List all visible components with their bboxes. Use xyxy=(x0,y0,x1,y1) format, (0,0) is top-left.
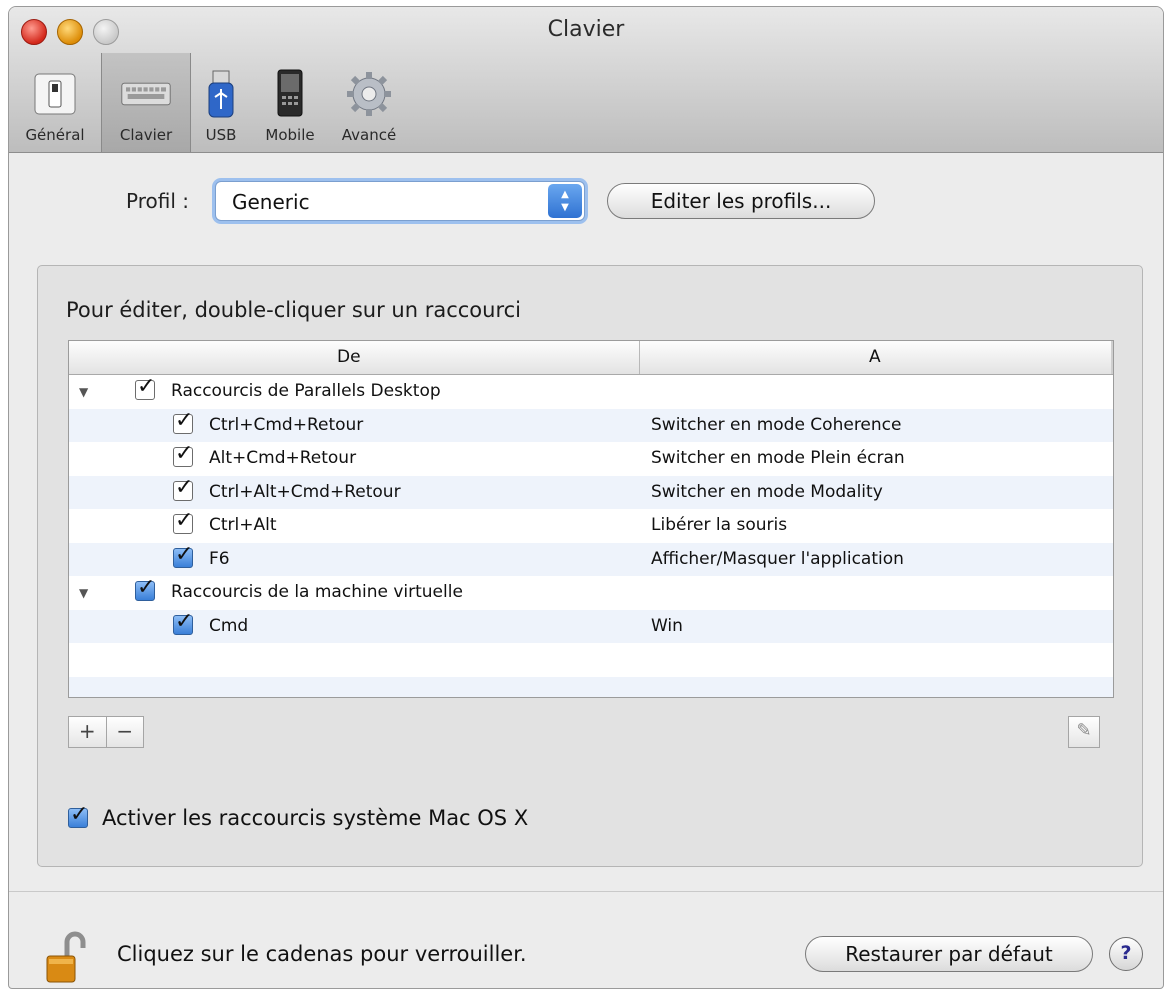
gear-icon xyxy=(344,70,394,118)
shortcut-from: Ctrl+Alt+Cmd+Retour xyxy=(209,481,401,502)
toolbar-item-usb[interactable]: USB xyxy=(191,53,251,152)
column-header-to[interactable]: A xyxy=(869,347,881,367)
group-checkbox[interactable]: ✓ xyxy=(135,575,155,601)
checkmark-icon: ✓ xyxy=(175,608,194,634)
table-row[interactable]: ✓ Alt+Cmd+Retour Switcher en mode Plein … xyxy=(69,441,1113,476)
row-checkbox[interactable]: ✓ xyxy=(173,542,193,568)
keyboard-icon xyxy=(121,70,171,118)
row-checkbox[interactable]: ✓ xyxy=(173,508,193,534)
disclosure-triangle-icon[interactable]: ▼ xyxy=(79,385,88,399)
shortcut-to: Win xyxy=(651,615,683,636)
disclosure-triangle-icon[interactable]: ▼ xyxy=(79,586,88,600)
shortcut-from: Ctrl+Cmd+Retour xyxy=(209,414,364,435)
shortcut-to: Switcher en mode Modality xyxy=(651,481,883,502)
column-header-from[interactable]: De xyxy=(337,347,361,367)
table-row[interactable]: ✓ F6 Afficher/Masquer l'application xyxy=(69,542,1113,576)
checkmark-icon: ✓ xyxy=(175,474,194,500)
shortcuts-table: De A ▼ ✓ Raccourcis de Parallels Desktop… xyxy=(68,340,1114,698)
column-divider xyxy=(639,341,640,374)
checkmark-icon: ✓ xyxy=(175,541,194,567)
pencil-icon: ✎ xyxy=(1076,720,1092,741)
shortcut-from: F6 xyxy=(209,548,230,569)
toolbar-label-advanced: Avancé xyxy=(341,126,397,144)
general-switch-icon xyxy=(30,70,80,118)
edit-profiles-button[interactable]: Editer les profils... xyxy=(607,183,875,219)
checkmark-icon: ✓ xyxy=(175,407,194,433)
shortcut-to: Switcher en mode Coherence xyxy=(651,414,902,435)
restore-defaults-button[interactable]: Restaurer par défaut xyxy=(805,936,1093,972)
checkmark-icon: ✓ xyxy=(137,374,156,399)
checkmark-icon: ✓ xyxy=(70,802,89,827)
profile-row: Profil : Generic ▲ ▼ Editer les profils..… xyxy=(9,177,1163,227)
toolbar-label-usb: USB xyxy=(205,126,237,144)
lock-icon[interactable] xyxy=(45,930,87,986)
toolbar-item-general[interactable]: Général xyxy=(9,53,101,152)
toolbar-label-keyboard: Clavier xyxy=(119,126,173,144)
profile-select[interactable]: Generic ▲ ▼ xyxy=(215,181,585,221)
table-row[interactable]: ✓ Ctrl+Alt Libérer la souris xyxy=(69,508,1113,543)
profile-select-value: Generic xyxy=(232,190,310,214)
profile-label: Profil : xyxy=(126,189,189,213)
table-row[interactable]: ✓ Ctrl+Cmd+Retour Switcher en mode Coher… xyxy=(69,408,1113,442)
checkmark-icon: ✓ xyxy=(175,508,194,533)
group-row-virtual-machine[interactable]: ▼ ✓ Raccourcis de la machine virtuelle xyxy=(69,575,1113,610)
add-shortcut-button[interactable]: + xyxy=(69,717,107,747)
select-arrows-icon: ▲ ▼ xyxy=(548,184,582,218)
toolbar-label-general: Général xyxy=(25,126,85,144)
group-row-parallels[interactable]: ▼ ✓ Raccourcis de Parallels Desktop xyxy=(69,374,1113,409)
group-name: Raccourcis de Parallels Desktop xyxy=(171,381,441,401)
add-remove-control: + − xyxy=(68,716,144,748)
toolbar-item-advanced[interactable]: Avancé xyxy=(329,53,409,152)
toolbar-item-keyboard[interactable]: Clavier xyxy=(101,53,191,152)
system-shortcuts-label: Activer les raccourcis système Mac OS X xyxy=(102,806,529,830)
group-checkbox[interactable]: ✓ xyxy=(135,374,155,400)
preferences-window: Clavier Général Clavier USB Mobile Avanc… xyxy=(8,6,1164,989)
group-name: Raccourcis de la machine virtuelle xyxy=(171,582,463,602)
shortcut-to: Switcher en mode Plein écran xyxy=(651,448,905,468)
shortcut-to: Afficher/Masquer l'application xyxy=(651,548,904,569)
lock-status-text: Cliquez sur le cadenas pour verrouiller. xyxy=(117,942,527,966)
footer: Cliquez sur le cadenas pour verrouiller.… xyxy=(9,891,1163,988)
shortcut-from: Cmd xyxy=(209,615,249,636)
toolbar: Général Clavier USB Mobile Avancé xyxy=(9,53,409,152)
empty-row xyxy=(69,676,1113,697)
row-checkbox[interactable]: ✓ xyxy=(173,475,193,501)
shortcut-to: Libérer la souris xyxy=(651,515,788,535)
shortcut-from: Alt+Cmd+Retour xyxy=(209,448,357,468)
table-row[interactable]: ✓ Ctrl+Alt+Cmd+Retour Switcher en mode M… xyxy=(69,475,1113,509)
table-row[interactable]: ✓ Cmd Win xyxy=(69,609,1113,643)
checkmark-icon: ✓ xyxy=(137,575,156,600)
system-shortcuts-checkbox[interactable]: ✓ xyxy=(68,802,88,828)
title-bar: Clavier Général Clavier USB Mobile Avanc… xyxy=(9,7,1163,153)
toolbar-label-mobile: Mobile xyxy=(265,126,315,144)
help-button[interactable]: ? xyxy=(1109,937,1143,971)
header-edge xyxy=(1111,341,1113,374)
empty-row xyxy=(69,643,1113,677)
toolbar-item-mobile[interactable]: Mobile xyxy=(251,53,329,152)
usb-icon xyxy=(196,70,246,118)
shortcuts-instructions: Pour éditer, double-cliquer sur un racco… xyxy=(66,298,521,322)
checkmark-icon: ✓ xyxy=(175,441,194,466)
remove-shortcut-button[interactable]: − xyxy=(107,717,144,747)
table-rows: ▼ ✓ Raccourcis de Parallels Desktop ✓ Ct… xyxy=(69,374,1113,697)
row-checkbox[interactable]: ✓ xyxy=(173,441,193,467)
mobile-icon xyxy=(265,69,315,118)
shortcut-from: Ctrl+Alt xyxy=(209,515,277,535)
window-title: Clavier xyxy=(547,17,625,42)
row-checkbox[interactable]: ✓ xyxy=(173,609,193,635)
edit-shortcut-button[interactable]: ✎ xyxy=(1068,716,1100,748)
table-header: De A xyxy=(69,341,1113,375)
shortcuts-panel: Pour éditer, double-cliquer sur un racco… xyxy=(37,265,1143,867)
row-checkbox[interactable]: ✓ xyxy=(173,408,193,434)
